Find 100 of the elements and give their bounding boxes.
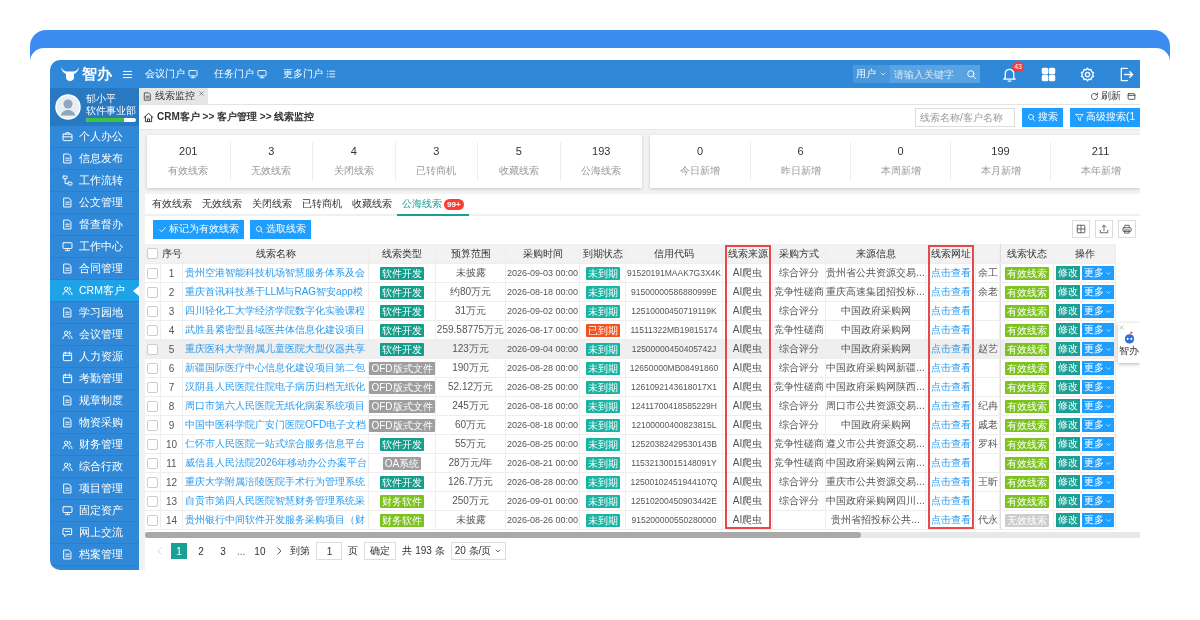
filter-tab[interactable]: 公海线索 99+ <box>397 194 469 216</box>
export-button[interactable] <box>1095 220 1113 238</box>
lead-name-link[interactable]: 仁怀市人民医院一站式综合服务信息平台 <box>185 437 365 451</box>
filter-tab[interactable]: 有效线索 <box>147 194 197 216</box>
nav-link[interactable]: 会议门户 <box>145 67 198 81</box>
edit-button[interactable]: 修改 <box>1056 437 1080 451</box>
view-link[interactable]: 点击查看 <box>930 494 971 508</box>
sidebar-item[interactable]: 学习园地 <box>50 302 139 324</box>
filter-tab[interactable]: 已转商机 <box>297 194 347 216</box>
lead-name-link[interactable]: 武胜县紧密型县域医共体信息化建设项目 <box>185 323 365 337</box>
table-row[interactable]: 9 中国中医科学院广安门医院OFD电子文档 OFD版式文件 60万元 2026-08-18 00:00 未到期 12100000400823815L AI爬虫 综合评分 中国政府采购网 点击查看 戚老 有效线索 修改 更多 <box>145 416 1116 435</box>
search-button[interactable] <box>962 65 980 83</box>
table-row[interactable]: 5 重庆医科大学附属儿童医院大型仪器共享 软件开发 123万元 2026-09-04 00:00 未到期 12500000450405742J AI爬虫 综合评分 中国政府采购网 点击查看 赵艺 有效线索 修改 更多 <box>145 340 1116 359</box>
view-link[interactable]: 点击查看 <box>930 456 971 470</box>
more-button[interactable]: 更多 <box>1082 399 1114 413</box>
table-row[interactable]: 6 新疆国际医疗中心信息化建设项目第二包 OFD版式文件 190万元 2026-08-28 00:00 未到期 12650000MB08491860 AI爬虫 综合评分 中国政府采购网新疆... 点击查看 有效线索 修改 更多 <box>145 359 1116 378</box>
sidebar-item[interactable]: 物资采购 <box>50 412 139 434</box>
view-link[interactable]: 点击查看 <box>930 361 971 375</box>
page-input[interactable]: 1 <box>316 542 343 560</box>
lead-name-link[interactable]: 自贡市第四人民医院智慧财务管理系统采 <box>185 494 365 508</box>
sidebar-item[interactable]: 综合行政 <box>50 456 139 478</box>
sidebar-item[interactable]: 固定资产 <box>50 500 139 522</box>
view-link[interactable]: 点击查看 <box>930 304 971 318</box>
more-button[interactable]: 更多 <box>1082 304 1114 318</box>
settings-icon[interactable] <box>1080 66 1095 82</box>
scrollbar-track[interactable] <box>145 532 1140 538</box>
logout-icon[interactable] <box>1119 66 1134 82</box>
checkbox[interactable] <box>147 267 158 279</box>
advanced-search-button[interactable]: 高级搜索(1 <box>1070 107 1140 127</box>
more-button[interactable]: 更多 <box>1082 323 1114 337</box>
checkbox[interactable] <box>147 495 158 507</box>
edit-button[interactable]: 修改 <box>1056 266 1080 280</box>
edit-button[interactable]: 修改 <box>1056 494 1080 508</box>
sidebar-item[interactable]: 项目管理 <box>50 478 139 500</box>
table-row[interactable]: 4 武胜县紧密型县域医共体信息化建设项目 软件开发 259.58775万元 2026-08-17 00:00 已到期 11511322MB19815174 AI爬虫 竞争性磋商 中国政府采购网 点击查看 有效线索 修改 更多 <box>145 321 1116 340</box>
more-button[interactable]: 更多 <box>1082 418 1114 432</box>
sidebar-item[interactable]: 会议管理 <box>50 324 139 346</box>
checkbox[interactable] <box>147 286 158 298</box>
edit-button[interactable]: 修改 <box>1056 456 1080 470</box>
table-row[interactable]: 7 汉阴县人民医院住院电子病历归档无纸化 OFD版式文件 52.12万元 2026-08-25 00:00 未到期 1261092143618017X1 AI爬虫 竞争性磋商 中国政府采购网陕西... 点击查看 有效线索 修改 更多 <box>145 378 1116 397</box>
sidebar-item[interactable]: 考勤管理 <box>50 368 139 390</box>
view-link[interactable]: 点击查看 <box>930 513 971 527</box>
checkbox[interactable] <box>147 362 158 374</box>
checkbox[interactable] <box>147 381 158 393</box>
refresh-link[interactable]: 刷新 <box>1090 88 1121 104</box>
more-button[interactable]: 更多 <box>1082 266 1114 280</box>
sidebar-item[interactable]: 督查督办 <box>50 214 139 236</box>
table-row[interactable]: 8 周口市第六人民医院无纸化病案系统项目 OFD版式文件 245万元 2026-08-18 00:00 未到期 12411700418585229H AI爬虫 综合评分 周口市公共资源交易... 点击查看 纪冉 有效线索 修改 更多 <box>145 397 1116 416</box>
more-button[interactable]: 更多 <box>1082 513 1114 527</box>
close-icon[interactable] <box>198 90 205 97</box>
lead-name-link[interactable]: 四川轻化工大学经济学院数字化实验课程 <box>185 304 365 318</box>
more-button[interactable]: 更多 <box>1082 285 1114 299</box>
checkbox[interactable] <box>147 400 158 412</box>
edit-button[interactable]: 修改 <box>1056 399 1080 413</box>
filter-tab[interactable]: 收藏线索 <box>347 194 397 216</box>
more-button[interactable]: 更多 <box>1082 456 1114 470</box>
keyword-input[interactable]: 请输入关键字 <box>890 65 962 83</box>
table-row[interactable]: 10 仁怀市人民医院一站式综合服务信息平台 软件开发 55万元 2026-08-25 00:00 未到期 12520382429530143B AI爬虫 竞争性磋商 遵义市公共资源交易... 点击查看 罗科 有效线索 修改 更多 <box>145 435 1116 454</box>
edit-button[interactable]: 修改 <box>1056 380 1080 394</box>
apps-icon[interactable] <box>1041 66 1056 82</box>
more-button[interactable]: 更多 <box>1082 342 1114 356</box>
nav-link[interactable]: 任务门户 <box>214 67 267 81</box>
edit-button[interactable]: 修改 <box>1056 513 1080 527</box>
edit-button[interactable]: 修改 <box>1056 285 1080 299</box>
nav-link[interactable]: 更多门户 <box>283 67 336 81</box>
action-button[interactable]: 标记为有效线索 <box>153 219 244 239</box>
page-size-select[interactable]: 20 条/页 <box>450 542 507 560</box>
checkbox[interactable] <box>147 438 158 450</box>
table-row[interactable]: 13 自贡市第四人民医院智慧财务管理系统采 财务软件 250万元 2026-09-01 00:00 未到期 12510200450903442E AI爬虫 综合评分 中国政府采购网四川... 点击查看 有效线索 修改 更多 <box>145 492 1116 511</box>
edit-button[interactable]: 修改 <box>1056 418 1080 432</box>
checkbox[interactable] <box>147 457 158 469</box>
lead-name-link[interactable]: 新疆国际医疗中心信息化建设项目第二包 <box>185 361 365 375</box>
checkbox[interactable] <box>147 419 158 431</box>
lead-name-link[interactable]: 重庆医科大学附属儿童医院大型仪器共享 <box>185 342 365 356</box>
filter-tab[interactable]: 关闭线索 <box>247 194 297 216</box>
assistant-widget[interactable]: 智办 <box>1118 323 1140 363</box>
lead-search-input[interactable]: 线索名称/客户名称 <box>915 107 1016 127</box>
sidebar-item[interactable]: 个人办公 <box>50 126 139 148</box>
table-row[interactable]: 2 重庆首讯科技基于LLM与RAG智安app模 软件开发 约80万元 2026-08-18 00:00 未到期 91500000586880999E AI爬虫 竞争性磋商 重庆高速集团招投标... 点击查看 余老 有效线索 修改 更多 <box>145 283 1116 302</box>
lead-name-link[interactable]: 周口市第六人民医院无纸化病案系统项目 <box>185 399 365 413</box>
sidebar-item[interactable]: 财务管理 <box>50 434 139 456</box>
menu-icon[interactable] <box>122 68 133 80</box>
view-link[interactable]: 点击查看 <box>930 266 971 280</box>
checkbox[interactable] <box>147 324 158 336</box>
edit-button[interactable]: 修改 <box>1056 323 1080 337</box>
print-button[interactable] <box>1118 220 1136 238</box>
more-button[interactable]: 更多 <box>1082 380 1114 394</box>
page-button[interactable]: 3 <box>215 543 231 559</box>
sidebar-item[interactable]: 信息发布 <box>50 148 139 170</box>
checkbox[interactable] <box>147 248 158 259</box>
edit-button[interactable]: 修改 <box>1056 342 1080 356</box>
column-settings-button[interactable] <box>1072 220 1090 238</box>
checkbox[interactable] <box>147 305 158 317</box>
sidebar-item[interactable]: 人力资源 <box>50 346 139 368</box>
lead-name-link[interactable]: 重庆大学附属涪陵医院手术行为管理系统 <box>185 475 365 489</box>
view-link[interactable]: 点击查看 <box>930 342 971 356</box>
page-button[interactable]: 2 <box>193 543 209 559</box>
view-link[interactable]: 点击查看 <box>930 399 971 413</box>
close-icon[interactable] <box>1118 324 1125 331</box>
sidebar-item[interactable]: CRM客户 <box>50 280 139 302</box>
